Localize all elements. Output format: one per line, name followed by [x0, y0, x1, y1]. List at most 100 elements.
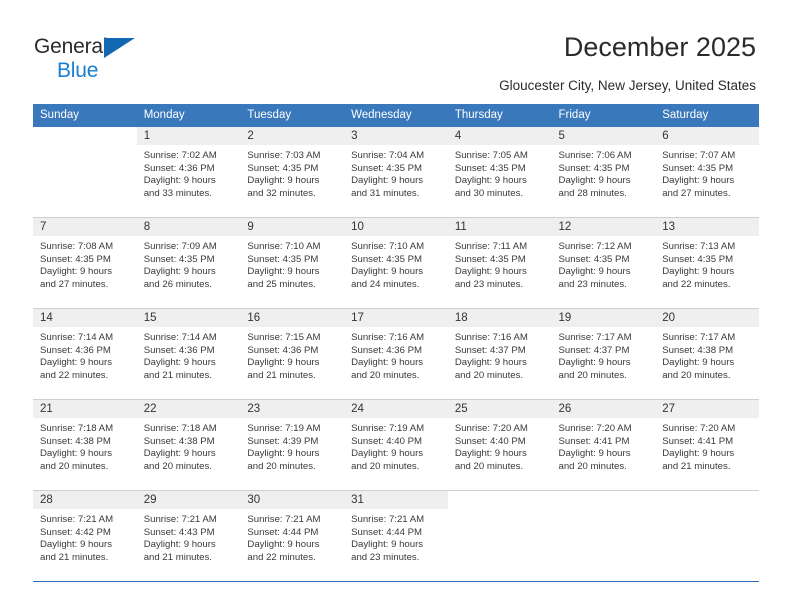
day-cell-inner: 10 Sunrise: 7:10 AM Sunset: 4:35 PM Dayligh… — [344, 218, 448, 308]
weekday-header-friday: Friday — [551, 104, 656, 127]
calendar-day-cell[interactable]: 30 Sunrise: 7:21 AM Sunset: 4:44 PM Dayligh… — [240, 491, 345, 581]
day-cell-inner: 13 Sunrise: 7:13 AM Sunset: 4:35 PM Dayligh… — [655, 218, 759, 308]
calendar-day-cell[interactable]: 2 Sunrise: 7:03 AM Sunset: 4:35 PM Daylight… — [240, 127, 345, 217]
calendar-header-row: Sunday Monday Tuesday Wednesday Thursday… — [33, 104, 759, 127]
calendar-day-cell[interactable]: 14 Sunrise: 7:14 AM Sunset: 4:36 PM Dayligh… — [33, 309, 137, 399]
sunrise-time: Sunrise: 7:10 AM — [247, 241, 321, 252]
calendar-day-cell[interactable]: 19 Sunrise: 7:17 AM Sunset: 4:37 PM Dayligh… — [551, 309, 656, 399]
day-number: 1 — [136, 127, 241, 145]
daylight-duration-line1: Daylight: 9 hours — [247, 357, 320, 369]
calendar-day-cell[interactable]: 15 Sunrise: 7:14 AM Sunset: 4:36 PM Dayligh… — [136, 309, 241, 399]
day-cell-inner: 25 Sunrise: 7:20 AM Sunset: 4:40 PM Dayligh… — [447, 400, 552, 490]
sunset-time: Sunset: 4:35 PM — [143, 253, 215, 265]
day-cell-inner: 21 Sunrise: 7:18 AM Sunset: 4:38 PM Dayligh… — [33, 400, 137, 490]
calendar-day-cell[interactable]: 16 Sunrise: 7:15 AM Sunset: 4:36 PM Dayligh… — [240, 309, 345, 399]
calendar-day-cell[interactable]: 5 Sunrise: 7:06 AM Sunset: 4:35 PM Daylight… — [551, 127, 656, 217]
sunrise-time: Sunrise: 7:14 AM — [143, 332, 217, 343]
day-sun-info: Sunrise: 7:21 AM Sunset: 4:43 PM Daylight:… — [137, 509, 241, 564]
calendar-day-cell[interactable]: 18 Sunrise: 7:16 AM Sunset: 4:37 PM Dayligh… — [447, 309, 552, 399]
calendar-day-cell[interactable]: 21 Sunrise: 7:18 AM Sunset: 4:38 PM Dayligh… — [33, 400, 137, 490]
calendar-day-cell[interactable]: 25 Sunrise: 7:20 AM Sunset: 4:40 PM Dayligh… — [447, 400, 552, 490]
day-cell-inner: 12 Sunrise: 7:12 AM Sunset: 4:35 PM Dayligh… — [551, 218, 656, 308]
logo-text-blue: Blue — [57, 59, 99, 82]
sunrise-time: Sunrise: 7:21 AM — [40, 514, 114, 525]
calendar-day-cell[interactable]: 27 Sunrise: 7:20 AM Sunset: 4:41 PM Dayligh… — [655, 400, 759, 490]
calendar-day-cell[interactable]: 6 Sunrise: 7:07 AM Sunset: 4:35 PM Daylight… — [655, 127, 759, 217]
day-sun-info: Sunrise: 7:10 AM Sunset: 4:35 PM Daylight:… — [240, 236, 344, 291]
calendar-day-cell[interactable]: 26 Sunrise: 7:20 AM Sunset: 4:41 PM Dayligh… — [551, 400, 656, 490]
calendar-day-cell[interactable]: 1 Sunrise: 7:02 AM Sunset: 4:36 PM Daylight… — [136, 127, 241, 217]
sunrise-time: Sunrise: 7:18 AM — [40, 423, 114, 434]
calendar-day-cell[interactable]: 11 Sunrise: 7:11 AM Sunset: 4:35 PM Dayligh… — [447, 218, 552, 308]
calendar-day-cell[interactable]: 12 Sunrise: 7:12 AM Sunset: 4:35 PM Dayligh… — [551, 218, 656, 308]
page-title: December 2025 — [563, 32, 756, 62]
daylight-duration-line2: and 25 minutes. — [247, 278, 316, 290]
calendar-day-cell[interactable]: 31 Sunrise: 7:21 AM Sunset: 4:44 PM Dayligh… — [344, 491, 448, 581]
day-cell-inner — [33, 127, 137, 217]
day-sun-info: Sunrise: 7:11 AM Sunset: 4:35 PM Daylight:… — [448, 236, 552, 291]
calendar-day-cell[interactable]: 20 Sunrise: 7:17 AM Sunset: 4:38 PM Dayligh… — [655, 309, 759, 399]
day-number — [33, 127, 137, 145]
daylight-duration-line2: and 20 minutes. — [351, 369, 420, 381]
day-cell-inner: 20 Sunrise: 7:17 AM Sunset: 4:38 PM Dayligh… — [655, 309, 759, 399]
calendar-day-cell[interactable]: 24 Sunrise: 7:19 AM Sunset: 4:40 PM Dayligh… — [344, 400, 448, 490]
day-cell-inner: 26 Sunrise: 7:20 AM Sunset: 4:41 PM Dayligh… — [551, 400, 656, 490]
sunrise-time: Sunrise: 7:16 AM — [454, 332, 528, 343]
day-cell-inner: 30 Sunrise: 7:21 AM Sunset: 4:44 PM Dayligh… — [240, 491, 345, 581]
weekday-header-wednesday: Wednesday — [344, 104, 448, 127]
daylight-duration-line1: Daylight: 9 hours — [558, 175, 631, 187]
logo-triangle-icon — [104, 38, 135, 58]
calendar-day-cell[interactable]: 3 Sunrise: 7:04 AM Sunset: 4:35 PM Daylight… — [344, 127, 448, 217]
sunset-time: Sunset: 4:41 PM — [662, 435, 734, 447]
calendar-week-row: 14 Sunrise: 7:14 AM Sunset: 4:36 PM Dayligh… — [33, 309, 759, 399]
day-sun-info: Sunrise: 7:20 AM Sunset: 4:41 PM Daylight:… — [552, 418, 656, 473]
day-cell-inner: 27 Sunrise: 7:20 AM Sunset: 4:41 PM Dayligh… — [655, 400, 759, 490]
day-number: 21 — [33, 400, 137, 418]
calendar-day-cell[interactable]: 29 Sunrise: 7:21 AM Sunset: 4:43 PM Dayligh… — [136, 491, 241, 581]
calendar-day-cell[interactable]: 17 Sunrise: 7:16 AM Sunset: 4:36 PM Dayligh… — [344, 309, 448, 399]
calendar-day-cell[interactable]: 13 Sunrise: 7:13 AM Sunset: 4:35 PM Dayligh… — [655, 218, 759, 308]
calendar-day-cell[interactable]: 7 Sunrise: 7:08 AM Sunset: 4:35 PM Daylight… — [33, 218, 137, 308]
day-sun-info: Sunrise: 7:16 AM Sunset: 4:37 PM Daylight:… — [448, 327, 552, 382]
day-cell-inner: 14 Sunrise: 7:14 AM Sunset: 4:36 PM Dayligh… — [33, 309, 137, 399]
calendar-day-cell[interactable]: 28 Sunrise: 7:21 AM Sunset: 4:42 PM Dayligh… — [33, 491, 137, 581]
calendar-day-cell[interactable]: 23 Sunrise: 7:19 AM Sunset: 4:39 PM Dayligh… — [240, 400, 345, 490]
day-number: 29 — [136, 491, 241, 509]
daylight-duration-line2: and 20 minutes. — [454, 369, 524, 381]
logo-text-general: General — [34, 35, 108, 58]
daylight-duration-line2: and 23 minutes. — [454, 278, 524, 290]
daylight-duration-line2: and 27 minutes. — [40, 278, 109, 290]
daylight-duration-line2: and 26 minutes. — [143, 278, 212, 290]
daylight-duration-line2: and 20 minutes. — [247, 460, 316, 472]
day-number: 26 — [551, 400, 656, 418]
calendar-table: Sunday Monday Tuesday Wednesday Thursday… — [33, 104, 759, 582]
calendar-day-cell[interactable]: 8 Sunrise: 7:09 AM Sunset: 4:35 PM Daylight… — [136, 218, 241, 308]
daylight-duration-line2: and 20 minutes. — [454, 460, 524, 472]
daylight-duration-line1: Daylight: 9 hours — [40, 266, 112, 278]
day-sun-info: Sunrise: 7:18 AM Sunset: 4:38 PM Daylight:… — [33, 418, 137, 473]
calendar-day-cell[interactable]: 10 Sunrise: 7:10 AM Sunset: 4:35 PM Dayligh… — [344, 218, 448, 308]
day-sun-info: Sunrise: 7:16 AM Sunset: 4:36 PM Daylight:… — [344, 327, 448, 382]
sunset-time: Sunset: 4:37 PM — [454, 344, 526, 356]
daylight-duration-line2: and 21 minutes. — [40, 551, 109, 563]
daylight-duration-line2: and 23 minutes. — [558, 278, 627, 290]
day-number: 10 — [344, 218, 448, 236]
daylight-duration-line1: Daylight: 9 hours — [454, 357, 527, 369]
day-cell-inner: 22 Sunrise: 7:18 AM Sunset: 4:38 PM Dayligh… — [136, 400, 241, 490]
daylight-duration-line1: Daylight: 9 hours — [351, 175, 424, 187]
calendar-day-cell[interactable]: 4 Sunrise: 7:05 AM Sunset: 4:35 PM Daylight… — [447, 127, 552, 217]
sunset-time: Sunset: 4:35 PM — [247, 162, 319, 174]
daylight-duration-line2: and 32 minutes. — [247, 187, 316, 199]
daylight-duration-line1: Daylight: 9 hours — [247, 175, 320, 187]
sunset-time: Sunset: 4:40 PM — [351, 435, 423, 447]
calendar-day-cell[interactable]: 22 Sunrise: 7:18 AM Sunset: 4:38 PM Dayligh… — [136, 400, 241, 490]
calendar-day-cell[interactable]: 9 Sunrise: 7:10 AM Sunset: 4:35 PM Daylight… — [240, 218, 345, 308]
day-number: 7 — [33, 218, 137, 236]
week-separator-cell — [33, 581, 759, 582]
sunrise-time: Sunrise: 7:16 AM — [351, 332, 425, 343]
day-cell-inner: 18 Sunrise: 7:16 AM Sunset: 4:37 PM Dayligh… — [447, 309, 552, 399]
day-sun-info: Sunrise: 7:04 AM Sunset: 4:35 PM Daylight:… — [344, 145, 448, 200]
day-sun-info: Sunrise: 7:20 AM Sunset: 4:40 PM Daylight:… — [448, 418, 552, 473]
day-number: 6 — [655, 127, 759, 145]
sunset-time: Sunset: 4:38 PM — [662, 344, 734, 356]
